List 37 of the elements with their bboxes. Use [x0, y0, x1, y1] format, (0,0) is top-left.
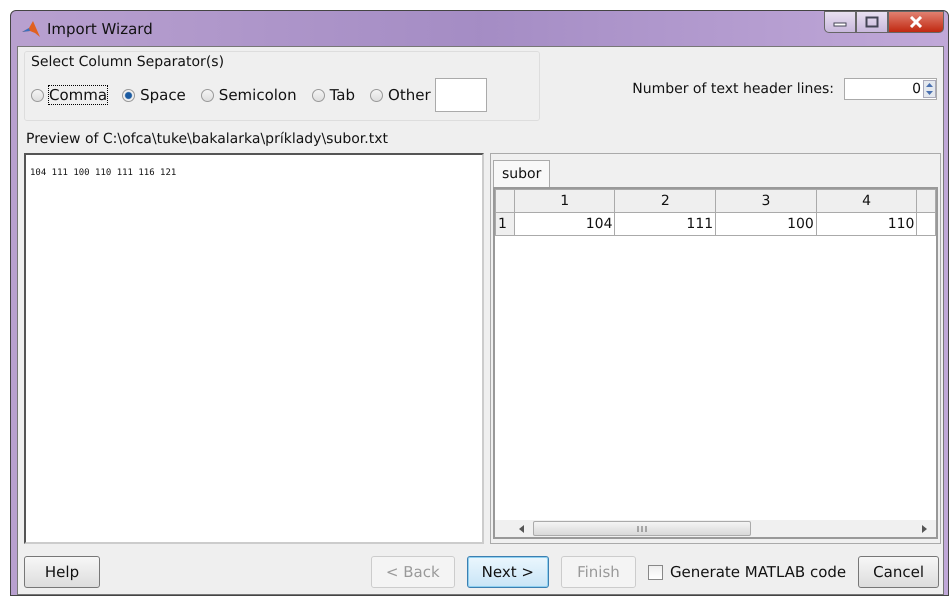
maximize-button[interactable]: [856, 11, 888, 33]
header-lines-label: Number of text header lines:: [632, 81, 834, 97]
close-icon: [908, 16, 924, 28]
window-title: Import Wizard: [47, 20, 153, 38]
radio-option[interactable]: Comma: [31, 86, 108, 104]
column-header: 3: [716, 190, 816, 212]
maximize-icon: [865, 16, 879, 28]
radio-option[interactable]: Semicolon: [200, 86, 297, 104]
radio-option[interactable]: Tab: [312, 86, 356, 104]
dialog-button[interactable]: Help: [24, 556, 100, 588]
dialog-button[interactable]: Next >: [466, 556, 549, 588]
grip-icon: [637, 524, 647, 532]
table-cell: 110: [816, 212, 917, 236]
preview-text: 104 111 100 110 111 116 121: [30, 168, 176, 178]
scroll-right-icon[interactable]: [922, 524, 928, 532]
sheet-tab[interactable]: subor: [493, 160, 550, 187]
row-header: 1: [496, 212, 514, 236]
radio-option[interactable]: Other: [370, 86, 431, 104]
peak-logo-icon: [21, 18, 41, 38]
column-header: 1: [514, 190, 615, 212]
checkbox-label[interactable]: Generate MATLAB code: [670, 563, 846, 581]
scroll-left-icon[interactable]: [519, 524, 525, 532]
radio-option[interactable]: Space: [122, 86, 186, 104]
minimize-button[interactable]: [824, 11, 856, 33]
other-field[interactable]: [434, 78, 487, 112]
checkbox[interactable]: [648, 564, 663, 580]
table-cell: 104: [514, 212, 615, 236]
preview-title: Preview of C:\ofca\tuke\bakalarka\príklady\subor.txt: [26, 131, 389, 147]
column-header: 4: [816, 190, 917, 212]
close-button[interactable]: [888, 11, 944, 33]
horizontal-scrollbar[interactable]: [495, 520, 936, 537]
table-cell: 111: [614, 212, 716, 236]
dialog-button[interactable]: Cancel: [858, 556, 939, 588]
table-cell: 100: [716, 212, 816, 236]
column-header: 2: [614, 190, 716, 212]
header-lines-spinner[interactable]: 0: [844, 78, 937, 100]
group-title: Select Column Separator(s): [31, 54, 224, 70]
